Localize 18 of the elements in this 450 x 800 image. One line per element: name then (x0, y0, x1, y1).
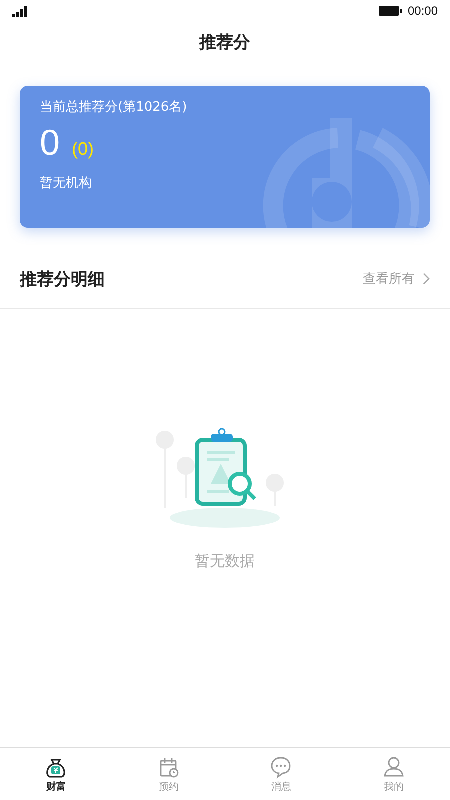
tab-button[interactable]: 我的 (338, 748, 450, 800)
score-heading: 当前总推荐分(第1026名) (40, 99, 188, 116)
page-title: 推荐分 (200, 32, 250, 54)
signal-icon (12, 6, 28, 16)
tab-button[interactable]: 消息 (225, 748, 338, 800)
score-change: (0) (72, 139, 94, 160)
battery-icon (378, 6, 402, 16)
tab-button[interactable]: 财富 (0, 748, 112, 800)
institution-text: 暂无机构 (40, 175, 93, 192)
empty-message: 暂无数据 (195, 552, 255, 570)
chat-bubble-icon (269, 754, 294, 778)
score-value: 0 (40, 122, 60, 164)
tab-button[interactable]: 预约 (112, 748, 225, 800)
status-time: 00:00 (408, 4, 438, 18)
section-title: 推荐分明细 (20, 268, 105, 290)
view-all-link[interactable]: 查看所有 (363, 270, 430, 288)
person-icon (382, 754, 406, 778)
chevron-right-icon (423, 273, 430, 285)
